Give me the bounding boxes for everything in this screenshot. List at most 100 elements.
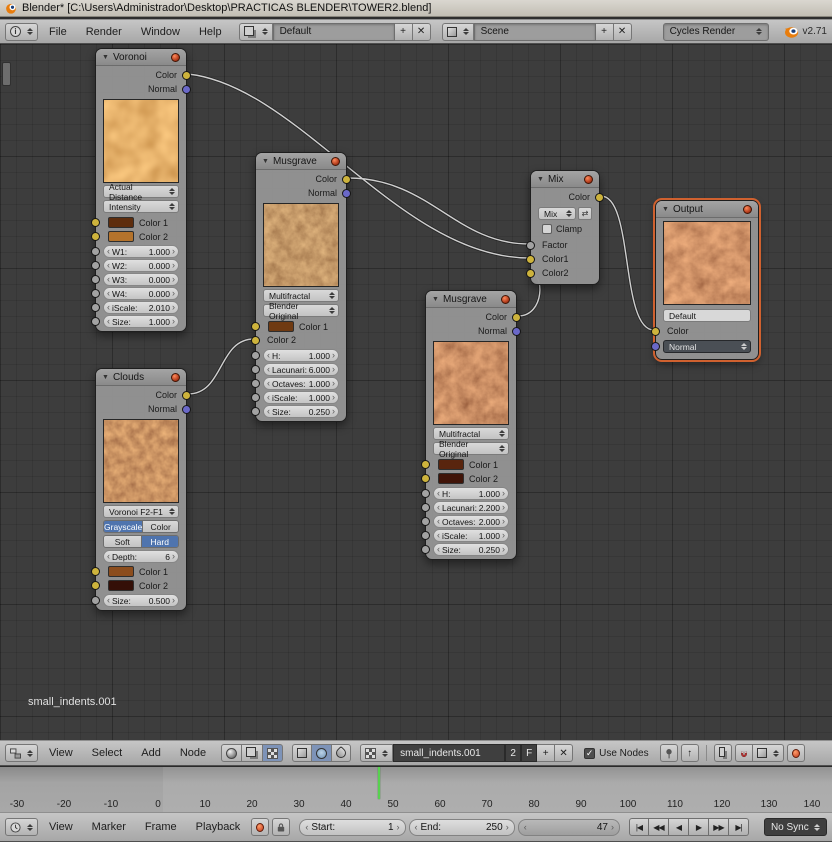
node-musgrave-1[interactable]: ▼ Musgrave Color Normal Multifractal Ble… — [255, 152, 347, 422]
clamp-row[interactable]: Clamp — [542, 223, 592, 236]
soft-option[interactable]: Soft — [104, 536, 141, 547]
region-splitter-widget[interactable] — [2, 62, 11, 86]
decrement-arrow-icon[interactable]: ‹ — [267, 406, 270, 417]
decrement-arrow-icon[interactable]: ‹ — [107, 246, 110, 257]
coloring-dropdown[interactable]: Intensity — [103, 200, 179, 213]
socket-normal-output[interactable] — [182, 85, 191, 94]
socket-color1-input[interactable] — [421, 460, 430, 469]
end-frame-field[interactable]: ‹ End: 250 › — [409, 819, 515, 836]
node-output[interactable]: ▼ Output Default Color Normal — [655, 200, 759, 360]
increment-arrow-icon[interactable]: › — [332, 406, 335, 417]
socket-color1-input[interactable] — [526, 255, 535, 264]
node-clouds[interactable]: ▼ Clouds Color Normal Voronoi F2-F1 Gray… — [95, 368, 187, 611]
menu-playback[interactable]: Playback — [188, 813, 249, 841]
increment-arrow-icon[interactable]: › — [397, 822, 400, 833]
hard-option[interactable]: Hard — [141, 536, 179, 547]
start-frame-field[interactable]: ‹ Start: 1 › — [299, 819, 405, 836]
socket-lacunarity-input[interactable] — [251, 365, 260, 374]
decrement-arrow-icon[interactable]: ‹ — [305, 822, 308, 833]
color1-swatch[interactable] — [438, 459, 464, 470]
users-count-button[interactable]: 2 — [505, 744, 521, 762]
socket-color-output[interactable] — [182, 391, 191, 400]
color1-swatch[interactable] — [268, 321, 294, 332]
slider-w2[interactable]: ‹ W2: 0.000 › — [103, 259, 179, 272]
unlink-texture-button[interactable]: ✕ — [555, 744, 573, 762]
snap-button[interactable] — [735, 744, 753, 762]
decrement-arrow-icon[interactable]: ‹ — [437, 502, 440, 513]
distance-metric-dropdown[interactable]: Actual Distance — [103, 185, 179, 198]
increment-arrow-icon[interactable]: › — [332, 364, 335, 375]
noise-basis-dropdown[interactable]: Blender Original — [433, 442, 509, 455]
menu-node[interactable]: Node — [172, 741, 214, 765]
socket-color1-input[interactable] — [251, 322, 260, 331]
editor-type-button[interactable] — [5, 744, 38, 762]
socket-iscale-input[interactable] — [421, 531, 430, 540]
current-frame-field[interactable]: ‹ 47 › — [518, 819, 620, 836]
socket-color2-input[interactable] — [421, 474, 430, 483]
socket-size-input[interactable] — [91, 317, 100, 326]
node-header[interactable]: ▼ Output — [656, 201, 758, 218]
increment-arrow-icon[interactable]: › — [172, 288, 175, 299]
use-nodes-row[interactable]: ✓ Use Nodes — [584, 748, 648, 759]
socket-w3-input[interactable] — [91, 275, 100, 284]
color1-swatch[interactable] — [108, 217, 134, 228]
socket-color-output[interactable] — [182, 71, 191, 80]
world-textures-button[interactable] — [312, 744, 332, 762]
increment-arrow-icon[interactable]: › — [332, 392, 335, 403]
compositing-tree-button[interactable] — [242, 744, 263, 762]
socket-normal-input[interactable] — [651, 342, 660, 351]
increment-arrow-icon[interactable]: › — [172, 551, 175, 562]
socket-octaves-input[interactable] — [251, 379, 260, 388]
decrement-arrow-icon[interactable]: ‹ — [415, 822, 418, 833]
socket-color2-input[interactable] — [91, 232, 100, 241]
socket-normal-output[interactable] — [512, 327, 521, 336]
collapse-icon[interactable]: ▼ — [662, 206, 669, 213]
node-header[interactable]: ▼ Musgrave — [426, 291, 516, 308]
slider-iscale[interactable]: ‹ iScale: 2.010 › — [103, 301, 179, 314]
jump-to-start-button[interactable]: |◀ — [629, 818, 649, 836]
socket-size-input[interactable] — [251, 407, 260, 416]
slider-h[interactable]: ‹ H: 1.000 › — [263, 349, 339, 362]
normal-dropdown[interactable]: Normal — [663, 340, 751, 353]
record-button[interactable] — [251, 818, 269, 836]
texture-tree-button[interactable] — [263, 744, 283, 762]
socket-iscale-input[interactable] — [251, 393, 260, 402]
decrement-arrow-icon[interactable]: ‹ — [107, 551, 110, 562]
socket-factor-input[interactable] — [526, 241, 535, 250]
decrement-arrow-icon[interactable]: ‹ — [107, 302, 110, 313]
decrement-arrow-icon[interactable]: ‹ — [437, 516, 440, 527]
socket-lacunarity-input[interactable] — [421, 503, 430, 512]
node-header[interactable]: ▼ Voronoi — [96, 49, 186, 66]
menu-view[interactable]: View — [41, 813, 81, 841]
grayscale-option[interactable]: Grayscale — [104, 521, 142, 532]
slider-octaves[interactable]: ‹ Octaves: 1.000 › — [263, 377, 339, 390]
increment-arrow-icon[interactable]: › — [172, 302, 175, 313]
increment-arrow-icon[interactable]: › — [172, 316, 175, 327]
shader-tree-button[interactable] — [221, 744, 242, 762]
jump-to-end-button[interactable]: ▶| — [729, 818, 749, 836]
clamp-checkbox[interactable] — [542, 224, 552, 234]
node-header[interactable]: ▼ Musgrave — [256, 153, 346, 170]
swap-colors-icon[interactable]: ⇄ — [578, 207, 592, 220]
color2-swatch[interactable] — [438, 473, 464, 484]
node-editor-canvas[interactable]: ▼ Voronoi Color Normal Actual Distance I… — [0, 44, 832, 740]
menu-frame[interactable]: Frame — [137, 813, 185, 841]
decrement-arrow-icon[interactable]: ‹ — [107, 316, 110, 327]
socket-size-input[interactable] — [91, 596, 100, 605]
socket-color2-input[interactable] — [251, 336, 260, 345]
editor-type-button[interactable]: i — [5, 23, 38, 41]
socket-w2-input[interactable] — [91, 261, 100, 270]
increment-arrow-icon[interactable]: › — [332, 378, 335, 389]
collapse-icon[interactable]: ▼ — [537, 176, 544, 183]
add-layout-button[interactable]: + — [395, 23, 413, 41]
decrement-arrow-icon[interactable]: ‹ — [267, 364, 270, 375]
noise-basis-dropdown[interactable]: Voronoi F2-F1 — [103, 505, 179, 518]
collapse-icon[interactable]: ▼ — [262, 158, 269, 165]
increment-arrow-icon[interactable]: › — [502, 516, 505, 527]
node-options-button[interactable] — [787, 744, 805, 762]
increment-arrow-icon[interactable]: › — [502, 530, 505, 541]
slider-w3[interactable]: ‹ W3: 0.000 › — [103, 273, 179, 286]
socket-iscale-input[interactable] — [91, 303, 100, 312]
blend-mode-dropdown[interactable]: Mix — [538, 207, 576, 220]
socket-w4-input[interactable] — [91, 289, 100, 298]
